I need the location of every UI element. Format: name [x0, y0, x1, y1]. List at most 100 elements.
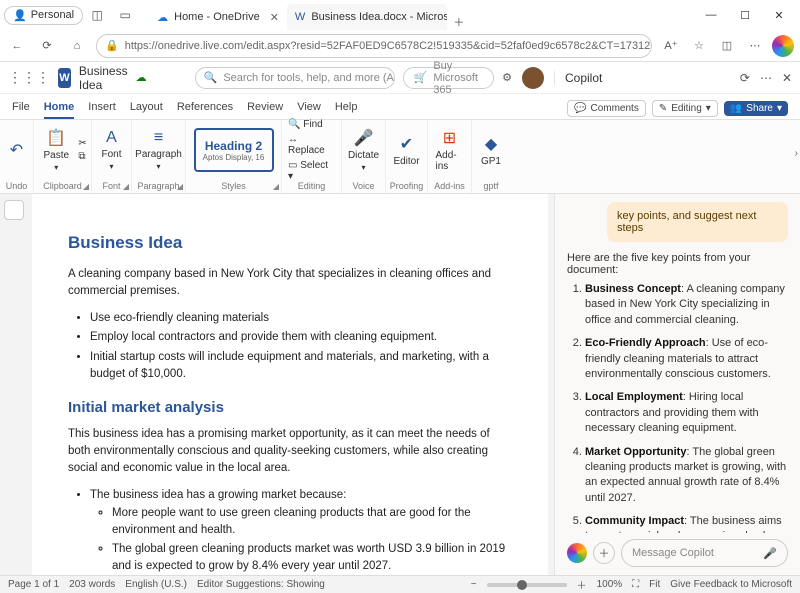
status-editor[interactable]: Editor Suggestions: Showing [197, 579, 325, 590]
group-undo: Undo [0, 181, 33, 191]
zoom-out-button[interactable]: − [471, 579, 477, 590]
copilot-input[interactable]: Message Copilot 🎤 [621, 539, 788, 567]
select-button[interactable]: ▭ Select ▾ [288, 160, 335, 182]
status-words[interactable]: 203 words [69, 579, 115, 590]
copilot-point: Local Employment: Hiring local contracto… [585, 390, 788, 436]
new-tab-button[interactable]: ＋ [447, 14, 471, 30]
copilot-point: Market Opportunity: The global green cle… [585, 445, 788, 507]
copilot-point: Eco-Friendly Approach: Use of eco-friend… [585, 336, 788, 382]
editing-mode-button[interactable]: ✎ Editing ▾ [652, 100, 718, 117]
lock-icon: 🔒 [105, 39, 119, 52]
copilot-icon [567, 543, 587, 563]
refresh-copilot-icon[interactable]: ⟳ [740, 71, 750, 85]
copilot-suggestion[interactable]: key points, and suggest next steps [607, 202, 788, 242]
replace-button[interactable]: ↔ Replace [288, 134, 335, 156]
doc-name[interactable]: Business Idea [79, 64, 128, 92]
ribbon-scroll-right[interactable]: › [795, 148, 798, 159]
tab-label: Home - OneDrive [174, 11, 260, 23]
close-icon[interactable]: ✕ [270, 11, 279, 24]
list-item: The global green cleaning products marke… [112, 541, 512, 575]
dialog-launcher-icon[interactable]: ◢ [123, 182, 129, 191]
doc-heading2: Initial market analysis [68, 397, 512, 420]
status-page[interactable]: Page 1 of 1 [8, 579, 59, 590]
copilot-add-button[interactable]: ＋ [593, 542, 615, 564]
paragraph-button[interactable]: ≡Paragraph▾ [131, 127, 186, 173]
tab-insert[interactable]: Insert [88, 101, 116, 119]
copilot-intro: Here are the five key points from your d… [567, 252, 788, 276]
dialog-launcher-icon[interactable]: ◢ [177, 182, 183, 191]
browser-tab-word[interactable]: W Business Idea.docx - Microsoft W ✕ [287, 4, 447, 30]
maximize-button[interactable]: ☐ [728, 1, 762, 29]
tab-review[interactable]: Review [247, 101, 283, 119]
tab-references[interactable]: References [177, 101, 233, 119]
buy-label: Buy Microsoft 365 [433, 60, 483, 96]
tab-label: Business Idea.docx - Microsoft W [311, 11, 447, 23]
editor-button[interactable]: ✔Editor [389, 132, 425, 169]
home-button[interactable]: ⌂ [66, 35, 88, 57]
search-input[interactable]: 🔍 Search for tools, help, and more (Alt … [195, 67, 395, 89]
list-item: The business idea has a growing market b… [90, 487, 512, 575]
menu-icon[interactable]: ⋯ [744, 35, 766, 57]
list-item: Initial startup costs will include equip… [90, 349, 512, 384]
copilot-point: Business Concept: A cleaning company bas… [585, 282, 788, 328]
read-aloud-icon[interactable]: A⁺ [660, 35, 682, 57]
copilot-icon[interactable] [772, 35, 794, 57]
profile-pill[interactable]: 👤Personal [4, 6, 83, 25]
comments-button[interactable]: 💬 Comments [567, 100, 646, 117]
tab-actions-icon[interactable]: ▭ [115, 5, 135, 25]
copilot-placeholder: Message Copilot [632, 547, 714, 559]
settings-icon[interactable]: ⚙ [502, 71, 512, 84]
zoom-slider[interactable] [487, 583, 567, 587]
style-heading2[interactable]: Heading 2 Aptos Display, 16 [194, 128, 274, 172]
list-item: Employ local contractors and provide the… [90, 329, 512, 346]
dictate-button[interactable]: 🎤Dictate▾ [344, 126, 383, 174]
copilot-menu-icon[interactable]: ⋯ [760, 71, 772, 85]
cut-icon[interactable]: ✂ [78, 138, 86, 149]
undo-button[interactable]: ↶ [0, 138, 35, 162]
workspaces-icon[interactable]: ◫ [87, 5, 107, 25]
doc-heading1: Business Idea [68, 230, 512, 256]
close-copilot-icon[interactable]: ✕ [782, 71, 792, 85]
back-button[interactable]: ← [6, 35, 28, 57]
status-fit[interactable]: Fit [649, 579, 660, 590]
zoom-in-button[interactable]: ＋ [577, 577, 587, 592]
doc-para: A cleaning company based in New York Cit… [68, 266, 512, 301]
nav-pane-icon[interactable] [4, 200, 24, 220]
list-item: Use eco-friendly cleaning materials [90, 310, 512, 327]
zoom-level[interactable]: 100% [597, 579, 623, 590]
url-text: https://onedrive.live.com/edit.aspx?resi… [125, 40, 652, 52]
share-button[interactable]: 👥 Share ▾ [724, 101, 788, 116]
status-lang[interactable]: English (U.S.) [125, 579, 187, 590]
addins-button[interactable]: ⊞Add-ins [432, 126, 468, 174]
tab-file[interactable]: File [12, 101, 30, 119]
buy-button[interactable]: 🛒 Buy Microsoft 365 [403, 67, 495, 89]
copy-icon[interactable]: ⧉ [78, 151, 86, 162]
copilot-title: Copilot [565, 71, 602, 85]
status-feedback[interactable]: Give Feedback to Microsoft [670, 579, 792, 590]
tab-view[interactable]: View [297, 101, 321, 119]
refresh-button[interactable]: ⟳ [36, 35, 58, 57]
favorite-icon[interactable]: ☆ [688, 35, 710, 57]
close-window-button[interactable]: ✕ [762, 1, 796, 29]
address-bar[interactable]: 🔒 https://onedrive.live.com/edit.aspx?re… [96, 34, 652, 58]
word-icon: W [58, 68, 71, 88]
minimize-button[interactable]: ― [694, 1, 728, 29]
tab-layout[interactable]: Layout [130, 101, 163, 119]
tab-help[interactable]: Help [335, 101, 358, 119]
dialog-launcher-icon[interactable]: ◢ [83, 182, 89, 191]
font-button[interactable]: AFont▾ [94, 127, 130, 173]
app-launcher-icon[interactable]: ⋮⋮⋮ [8, 69, 50, 86]
gpt-button[interactable]: ◆GP1 [473, 132, 509, 169]
copilot-point: Community Impact: The business aims to c… [585, 514, 788, 533]
avatar[interactable] [522, 67, 544, 89]
tab-home[interactable]: Home [44, 101, 75, 119]
fit-icon[interactable]: ⛶ [632, 579, 639, 590]
search-icon: 🔍 [204, 71, 218, 84]
dialog-launcher-icon[interactable]: ◢ [273, 182, 279, 191]
document-canvas[interactable]: Business Idea A cleaning company based i… [32, 194, 548, 575]
mic-icon[interactable]: 🎤 [763, 547, 777, 560]
find-button[interactable]: 🔍 Find [288, 119, 335, 130]
split-screen-icon[interactable]: ◫ [716, 35, 738, 57]
browser-tab-onedrive[interactable]: ☁ Home - OneDrive ✕ [149, 4, 287, 30]
paste-button[interactable]: 📋Paste▾ [38, 126, 74, 174]
